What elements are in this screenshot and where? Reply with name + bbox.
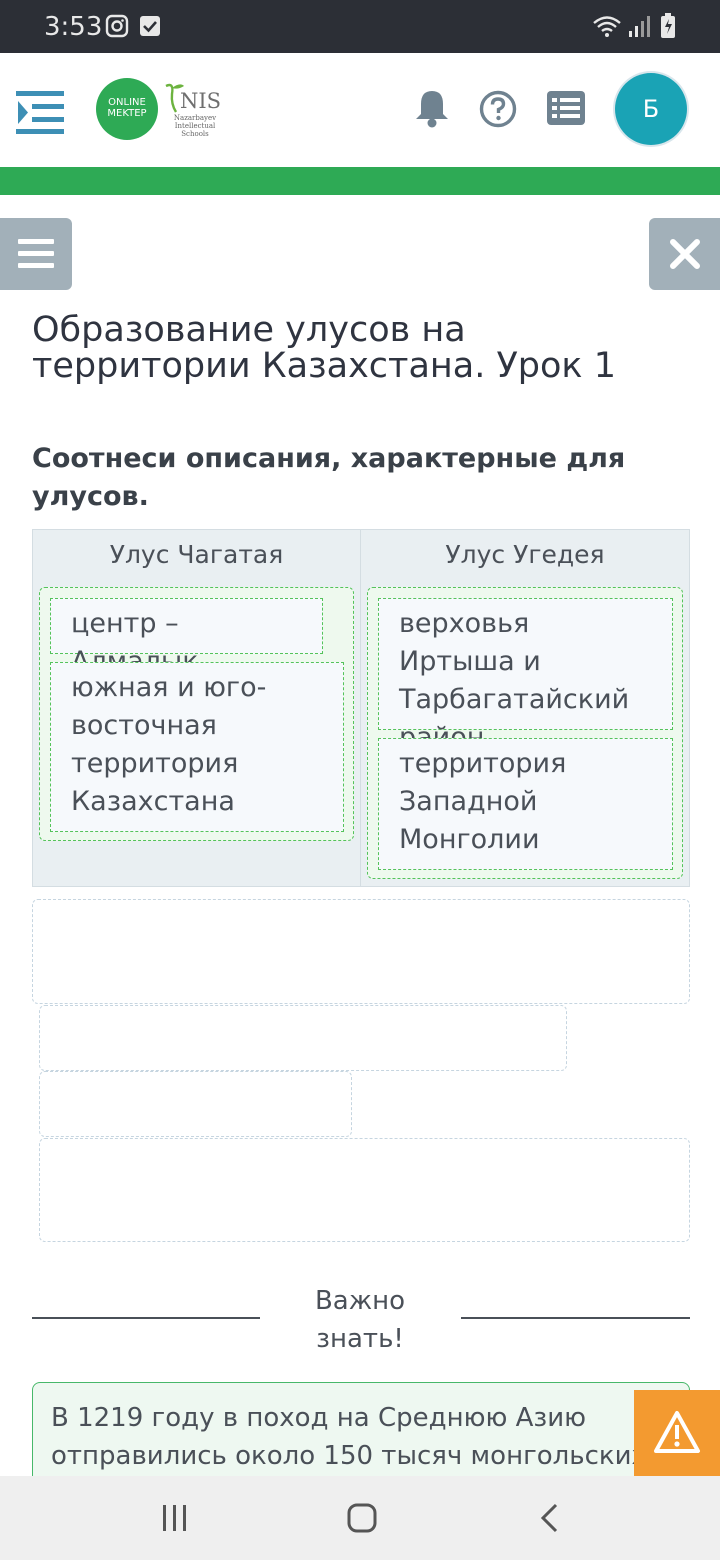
close-icon bbox=[670, 239, 700, 269]
drop-zone-ugedei[interactable]: верховья Иртыша и Тарбагатайский район т… bbox=[367, 587, 683, 879]
column-heading: Улус Угедея bbox=[445, 540, 605, 569]
report-problem-button[interactable] bbox=[634, 1390, 720, 1476]
close-lesson-button[interactable] bbox=[649, 218, 720, 290]
home-icon[interactable] bbox=[346, 1502, 378, 1534]
status-bar: 3:53 bbox=[0, 0, 720, 53]
task-instruction: Соотнеси описания, характерные для улусо… bbox=[32, 443, 626, 512]
menu-collapse-icon[interactable] bbox=[16, 89, 66, 135]
system-nav-bar bbox=[0, 1476, 720, 1560]
info-text: В 1219 году в поход на Среднюю Азию отпр… bbox=[51, 1403, 647, 1471]
logo-mektep-text: MEKTEP bbox=[107, 108, 147, 119]
important-label: Важно знать! bbox=[314, 1286, 406, 1354]
signal-icon bbox=[629, 16, 650, 37]
divider-left bbox=[32, 1317, 260, 1319]
column-heading: Улус Чагатая bbox=[109, 540, 284, 569]
logo-online-text: ONLINE bbox=[108, 97, 146, 108]
nis-logo: NIS Nazarbayev Intellectual Schools bbox=[162, 80, 222, 144]
lesson-menu-button[interactable] bbox=[0, 218, 72, 290]
app-header: ONLINE MEKTEP NIS Nazarbayev Intellectua… bbox=[0, 53, 720, 167]
status-time: 3:53 bbox=[44, 12, 103, 42]
help-icon[interactable] bbox=[479, 90, 517, 128]
logo-nis-subtitle: Nazarbayev Intellectual Schools bbox=[173, 114, 217, 138]
empty-card-slot[interactable] bbox=[39, 1071, 352, 1137]
user-avatar[interactable]: Б bbox=[615, 73, 687, 145]
wifi-icon bbox=[593, 16, 621, 37]
empty-card-slot[interactable] bbox=[39, 1138, 690, 1242]
draggable-card[interactable]: центр – Алмалык bbox=[50, 598, 323, 677]
draggable-card[interactable]: верховья Иртыша и Тарбагатайский район bbox=[378, 598, 673, 753]
bell-icon[interactable] bbox=[414, 88, 450, 128]
divider-right bbox=[461, 1317, 690, 1319]
progress-bar bbox=[0, 167, 720, 195]
empty-card-slot[interactable] bbox=[32, 899, 690, 1004]
drop-zone-chagatai[interactable]: центр – Алмалык южная и юго-восточная те… bbox=[39, 587, 354, 841]
back-icon[interactable] bbox=[536, 1502, 564, 1534]
draggable-card[interactable]: южная и юго-восточная территория Казахст… bbox=[50, 662, 344, 832]
checkbox-notification-icon bbox=[140, 16, 160, 36]
warning-icon bbox=[654, 1411, 700, 1453]
list-icon[interactable] bbox=[547, 91, 585, 125]
battery-icon bbox=[661, 13, 675, 38]
draggable-card[interactable]: территория Западной Монголии bbox=[378, 738, 673, 870]
column-ulus-chagatai: Улус Чагатая центр – Алмалык южная и юго… bbox=[32, 529, 361, 887]
column-ulus-ugedei: Улус Угедея верховья Иртыша и Тарбагатай… bbox=[360, 529, 690, 887]
online-mektep-logo[interactable]: ONLINE MEKTEP bbox=[96, 78, 158, 140]
logo-nis-text: NIS bbox=[180, 89, 222, 113]
hamburger-icon bbox=[18, 239, 54, 268]
instagram-icon bbox=[105, 14, 129, 38]
lesson-title: Образование улусов на территории Казахст… bbox=[32, 310, 616, 386]
recent-apps-icon[interactable] bbox=[160, 1503, 190, 1533]
empty-card-slot[interactable] bbox=[39, 1005, 567, 1071]
